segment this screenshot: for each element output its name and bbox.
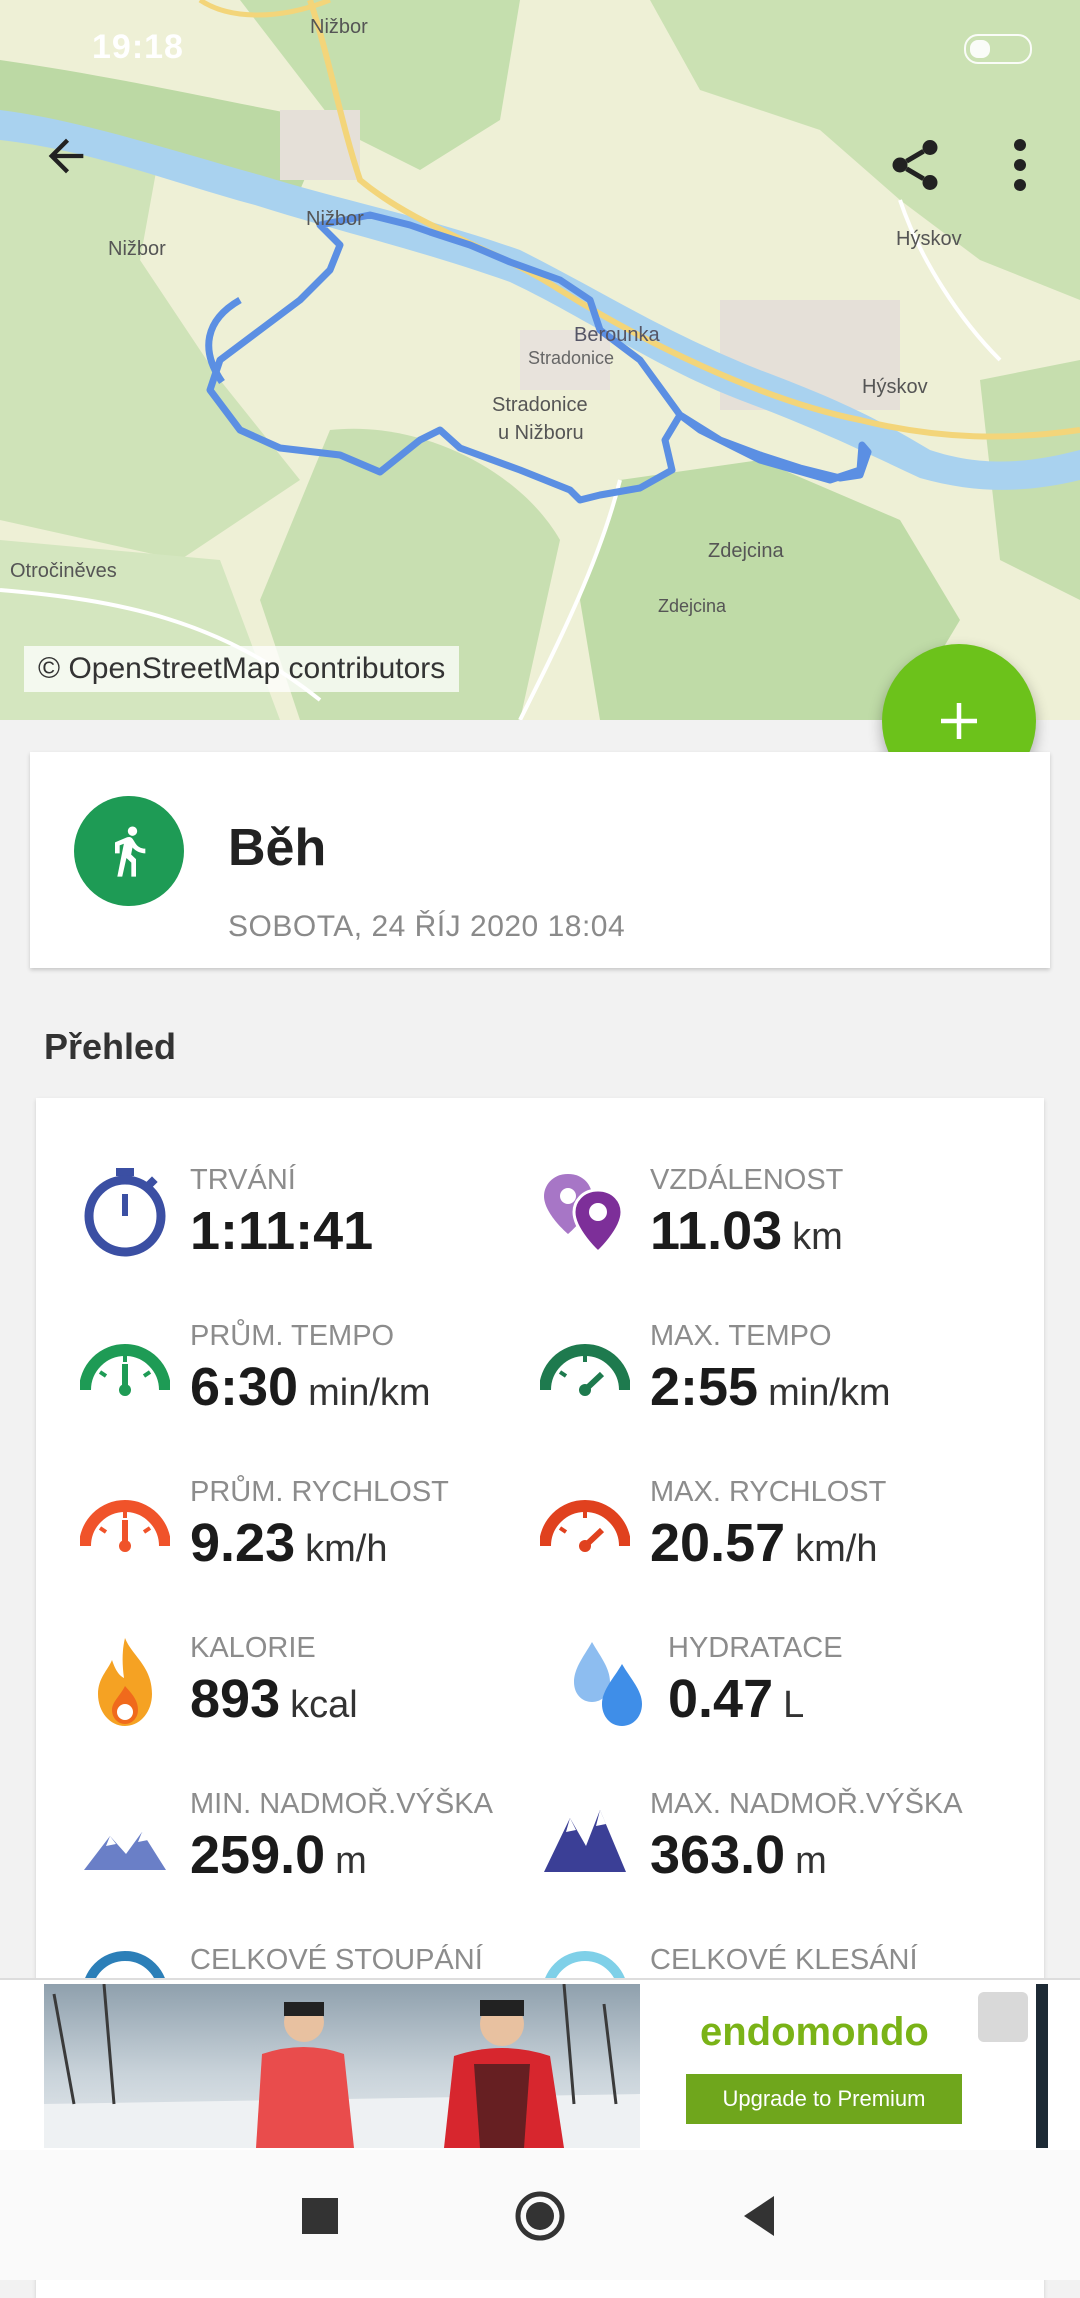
ad-brand-panel: endomondo Upgrade to Premium	[640, 1984, 1048, 2148]
stat-value: 893 kcal	[190, 1669, 358, 1729]
mountains-icon	[84, 1832, 166, 1870]
status-bar: 19:18	[0, 0, 1080, 90]
activity-header-card: Běh SOBOTA, 24 ŘÍJ 2020 18:04	[30, 752, 1050, 968]
stat-value: 363.0 m	[650, 1825, 827, 1885]
battery-icon	[964, 34, 1032, 64]
stat-duration: TRVÁNÍ 1:11:41	[36, 1164, 516, 1304]
triangle-back-icon	[744, 2196, 774, 2236]
stat-value: 0.47 L	[668, 1669, 805, 1729]
system-nav-bar	[0, 2150, 1080, 2280]
circle-icon	[515, 2191, 565, 2241]
map-label: Hýskov	[862, 376, 928, 398]
stat-max-pace: MAX. TEMPO 2:55 min/km	[496, 1320, 976, 1460]
plus-icon	[941, 703, 977, 739]
stat-label: HYDRATACE	[668, 1632, 843, 1664]
ad-runners-image	[44, 1984, 640, 2148]
speedometer-icon	[540, 1344, 630, 1396]
water-drops-icon	[574, 1642, 642, 1726]
stat-label: PRŮM. TEMPO	[190, 1320, 395, 1352]
ad-banner[interactable]: endomondo Upgrade to Premium	[0, 1978, 1080, 2150]
more-options-button[interactable]	[990, 130, 1050, 200]
endomondo-logo: endomondo	[700, 2010, 929, 2054]
map-label: Otročiněves	[10, 560, 117, 582]
stat-distance: VZDÁLENOST 11.03 km	[496, 1164, 976, 1304]
status-icons	[832, 30, 1032, 66]
speedometer-icon	[540, 1500, 630, 1552]
stat-calories: KALORIE 893 kcal	[36, 1632, 516, 1772]
stat-label: MAX. NADMOŘ.VÝŠKA	[650, 1788, 963, 1820]
stat-value: 9.23 km/h	[190, 1513, 388, 1573]
stat-avg-speed: PRŮM. RYCHLOST 9.23 km/h	[36, 1476, 516, 1616]
stat-label: KALORIE	[190, 1632, 316, 1664]
home-button[interactable]	[510, 2186, 570, 2246]
running-icon	[74, 796, 184, 906]
map-label: Berounka	[574, 324, 660, 346]
stat-label: VZDÁLENOST	[650, 1164, 844, 1196]
stat-max-altitude: MAX. NADMOŘ.VÝŠKA 363.0 m	[496, 1788, 976, 1928]
stat-max-speed: MAX. RYCHLOST 20.57 km/h	[496, 1476, 976, 1616]
map-label: Hýskov	[896, 228, 962, 250]
map-label: Nižbor	[306, 208, 364, 230]
map-label: Stradonice	[492, 394, 588, 416]
stat-label: PRŮM. RYCHLOST	[190, 1476, 449, 1508]
mountains-icon	[544, 1810, 626, 1872]
more-vert-icon	[1014, 139, 1026, 191]
flame-icon	[98, 1638, 152, 1726]
upgrade-premium-button[interactable]: Upgrade to Premium	[686, 2074, 962, 2124]
square-icon	[302, 2198, 338, 2234]
map-label: u Nižboru	[498, 422, 584, 444]
stat-value: 6:30 min/km	[190, 1357, 431, 1417]
ad-info-icon[interactable]	[978, 1992, 1028, 2042]
location-pins-icon	[544, 1174, 624, 1255]
speedometer-icon	[80, 1500, 170, 1552]
speedometer-icon	[80, 1344, 170, 1396]
back-button[interactable]	[40, 130, 110, 200]
share-button[interactable]	[880, 130, 950, 200]
back-nav-button[interactable]	[730, 2186, 790, 2246]
route-map[interactable]: Nižbor Nižbor Nižbor Hýskov Berounka Str…	[0, 0, 1080, 720]
sport-name: Běh	[228, 819, 327, 877]
stat-value: 2:55 min/km	[650, 1357, 891, 1417]
stat-hydration: HYDRATACE 0.47 L	[518, 1632, 998, 1772]
stat-label: MAX. RYCHLOST	[650, 1476, 887, 1508]
arrow-back-icon	[48, 138, 84, 174]
share-icon	[892, 140, 938, 190]
map-label: Zdejcina	[708, 540, 784, 562]
activity-date: SOBOTA, 24 ŘÍJ 2020 18:04	[228, 910, 626, 943]
map-attribution[interactable]: © OpenStreetMap contributors	[24, 646, 460, 692]
map-label: Stradonice	[528, 348, 615, 368]
stat-value: 20.57 km/h	[650, 1513, 878, 1573]
map-label: Nižbor	[108, 238, 166, 260]
stat-avg-pace: PRŮM. TEMPO 6:30 min/km	[36, 1320, 516, 1460]
stat-label: TRVÁNÍ	[190, 1164, 296, 1196]
stopwatch-icon	[84, 1168, 166, 1257]
recents-button[interactable]	[290, 2186, 350, 2246]
stat-value: 11.03 km	[650, 1201, 843, 1261]
stat-value: 259.0 m	[190, 1825, 367, 1885]
overview-heading: Přehled	[44, 1026, 177, 1067]
stat-min-altitude: MIN. NADMOŘ.VÝŠKA 259.0 m	[36, 1788, 516, 1928]
stat-value: 1:11:41	[190, 1201, 374, 1261]
stat-label: MAX. TEMPO	[650, 1320, 832, 1352]
map-label: Zdejcina	[658, 596, 727, 616]
stat-label: CELKOVÉ KLESÁNÍ	[650, 1944, 918, 1976]
stat-label: MIN. NADMOŘ.VÝŠKA	[190, 1788, 493, 1820]
status-time: 19:18	[92, 28, 184, 66]
stat-label: CELKOVÉ STOUPÁNÍ	[190, 1944, 483, 1976]
